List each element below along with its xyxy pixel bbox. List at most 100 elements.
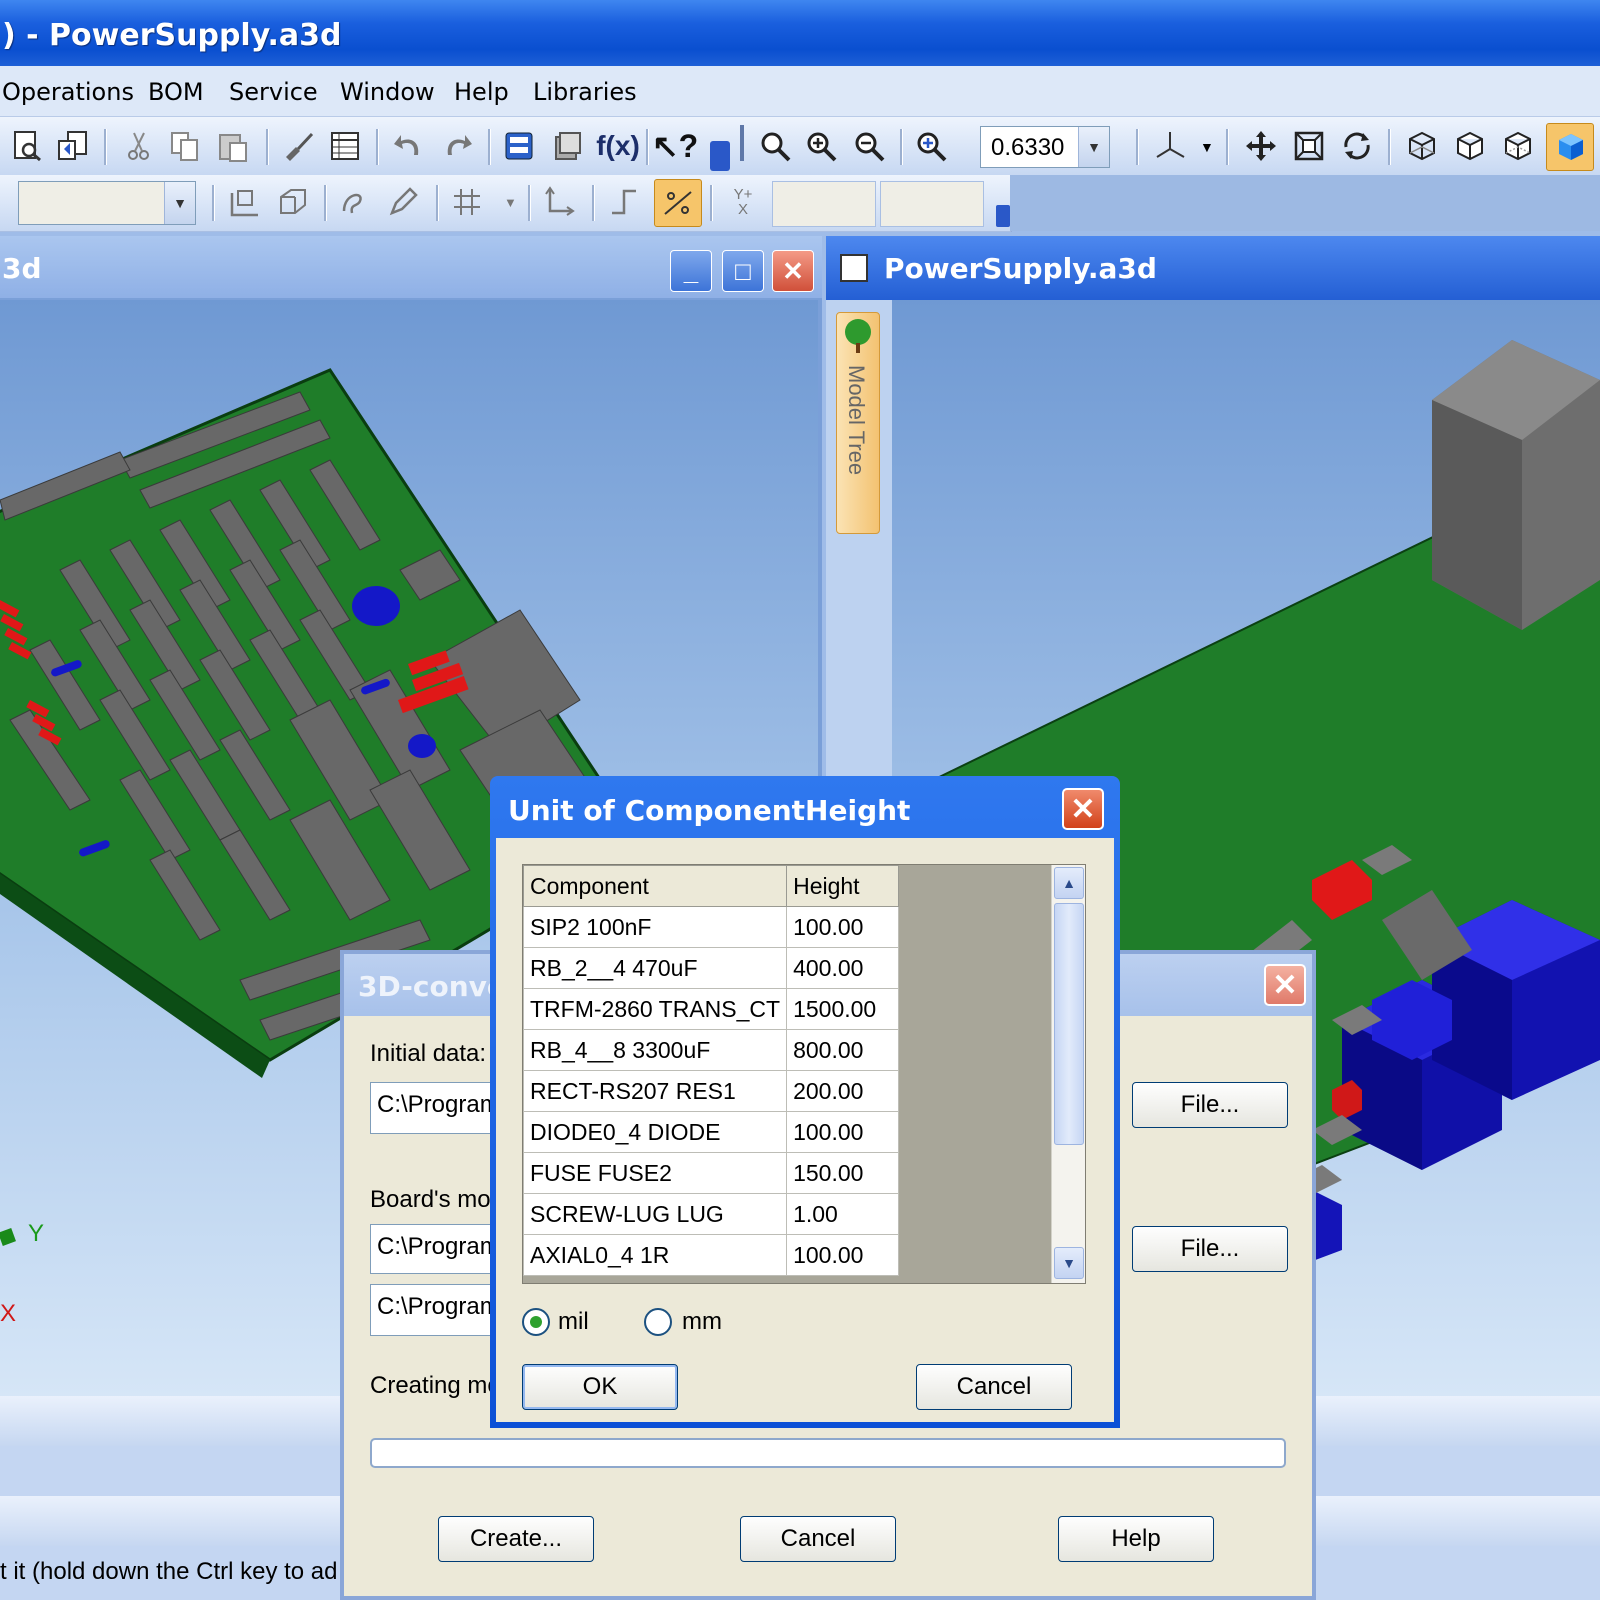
menu-service[interactable]: Service — [229, 78, 318, 106]
height-cell[interactable]: 200.00 — [786, 1070, 900, 1112]
grid-icon[interactable] — [448, 183, 486, 221]
scroll-thumb[interactable] — [1054, 903, 1084, 1145]
step-icon[interactable] — [604, 183, 642, 221]
coordinate-system-icon[interactable] — [540, 183, 578, 221]
fit-view-icon[interactable] — [1290, 127, 1328, 165]
height-cell[interactable]: 1500.00 — [786, 988, 900, 1030]
zoom-scale-icon[interactable] — [912, 127, 950, 165]
pan-icon[interactable] — [1242, 127, 1280, 165]
undo-icon[interactable] — [390, 127, 428, 165]
table-row[interactable]: FUSE FUSE2 150.00 — [523, 1152, 900, 1194]
component-cell[interactable]: DIODE0_4 DIODE — [523, 1111, 788, 1153]
component-height-table: Component Height SIP2 100nF 100.00 RB_2__4… — [523, 865, 900, 1276]
height-cell[interactable]: 800.00 — [786, 1029, 900, 1071]
initial-file-button[interactable]: File... — [1132, 1082, 1288, 1128]
table-row[interactable]: RB_4__8 3300uF 800.00 — [523, 1029, 900, 1071]
unit-mil-radio[interactable] — [522, 1308, 550, 1336]
sketch-icon[interactable] — [226, 183, 264, 221]
component-cell[interactable]: RECT-RS207 RES1 — [523, 1070, 788, 1112]
chevron-down-icon[interactable]: ▼ — [504, 195, 517, 210]
unit-mm-radio[interactable] — [644, 1308, 672, 1336]
curve-icon[interactable] — [336, 183, 374, 221]
print-preview-icon[interactable] — [8, 127, 46, 165]
height-cell[interactable]: 1.00 — [786, 1193, 900, 1235]
zoom-combo[interactable]: 0.6330 ▼ — [980, 126, 1110, 168]
close-icon[interactable]: ✕ — [1062, 788, 1104, 830]
table-row[interactable]: SCREW-LUG LUG 1.00 — [523, 1193, 900, 1235]
paste-icon[interactable] — [214, 127, 252, 165]
table-row[interactable]: SIP2 100nF 100.00 — [523, 906, 900, 948]
height-cell[interactable]: 100.00 — [786, 906, 900, 948]
menu-operations[interactable]: Operations — [2, 78, 134, 106]
close-icon[interactable]: ✕ — [772, 250, 814, 292]
zoom-in-icon[interactable] — [802, 127, 840, 165]
height-cancel-button[interactable]: Cancel — [916, 1364, 1072, 1410]
redo-icon[interactable] — [438, 127, 476, 165]
menu-help[interactable]: Help — [454, 78, 509, 106]
help-button[interactable]: Help — [1058, 1516, 1214, 1562]
component-cell[interactable]: FUSE FUSE2 — [523, 1152, 788, 1194]
layers-icon[interactable] — [500, 127, 538, 165]
component-cell[interactable]: AXIAL0_4 1R — [523, 1234, 788, 1276]
component-cell[interactable]: SIP2 100nF — [523, 906, 788, 948]
scroll-down-icon[interactable]: ▼ — [1054, 1247, 1084, 1279]
zoom-icon[interactable] — [756, 127, 794, 165]
rotate-icon[interactable] — [1338, 127, 1376, 165]
scroll-up-icon[interactable]: ▲ — [1054, 867, 1084, 899]
menu-window[interactable]: Window — [340, 78, 435, 106]
chevron-down-icon[interactable]: ▼ — [1200, 139, 1214, 155]
menu-bom[interactable]: BOM — [148, 78, 204, 106]
wireframe-icon[interactable] — [1402, 127, 1440, 165]
toolbar-overflow-icon[interactable] — [710, 141, 730, 171]
cut-icon[interactable] — [120, 127, 158, 165]
layer-combo[interactable]: ▼ — [18, 181, 196, 225]
coordinate-x-field[interactable] — [772, 181, 876, 227]
maximize-button[interactable]: □ — [722, 250, 764, 292]
component-height-grid[interactable]: Component Height SIP2 100nF 100.00 RB_2__4… — [522, 864, 1086, 1284]
component-cell[interactable]: TRFM-2860 TRANS_CT — [523, 988, 788, 1030]
create-button[interactable]: Create... — [438, 1516, 594, 1562]
hidden-lines-icon[interactable] — [1450, 127, 1488, 165]
table-row[interactable]: DIODE0_4 DIODE 100.00 — [523, 1111, 900, 1153]
extrude-icon[interactable] — [274, 183, 312, 221]
height-cell[interactable]: 400.00 — [786, 947, 900, 989]
axes-orientation-icon[interactable] — [1152, 127, 1190, 165]
component-cell[interactable]: RB_4__8 3300uF — [523, 1029, 788, 1071]
brush-icon[interactable] — [280, 127, 318, 165]
hidden-lines-dashed-icon[interactable] — [1498, 127, 1536, 165]
height-cell[interactable]: 150.00 — [786, 1152, 900, 1194]
board-file-button[interactable]: File... — [1132, 1226, 1288, 1272]
menu-libraries[interactable]: Libraries — [533, 78, 637, 106]
copy-icon[interactable] — [166, 127, 204, 165]
ok-button[interactable]: OK — [522, 1364, 678, 1410]
zoom-out-icon[interactable] — [850, 127, 888, 165]
table-row[interactable]: AXIAL0_4 1R 100.00 — [523, 1234, 900, 1276]
context-help-icon[interactable]: ↖? — [652, 127, 698, 165]
coordinate-y-field[interactable] — [880, 181, 984, 227]
function-icon[interactable]: f(x) — [596, 127, 640, 165]
snap-icon[interactable] — [654, 179, 702, 227]
column-header-component[interactable]: Component — [523, 865, 788, 907]
conversion-cancel-button[interactable]: Cancel — [740, 1516, 896, 1562]
yx-coordinates-icon[interactable]: Y+ X — [724, 183, 762, 221]
chevron-down-icon[interactable]: ▼ — [164, 182, 195, 224]
properties-icon[interactable] — [54, 127, 92, 165]
component-cell[interactable]: SCREW-LUG LUG — [523, 1193, 788, 1235]
table-scrollbar[interactable]: ▲ ▼ — [1051, 865, 1085, 1283]
component-library-icon[interactable] — [548, 127, 586, 165]
model-tree-tab[interactable]: Model Tree — [836, 312, 880, 534]
table-row[interactable]: TRFM-2860 TRANS_CT 1500.00 — [523, 988, 900, 1030]
pencil-icon[interactable] — [384, 183, 422, 221]
minimize-button[interactable]: _ — [670, 250, 712, 292]
chevron-down-icon[interactable]: ▼ — [1078, 127, 1109, 167]
height-cell[interactable]: 100.00 — [786, 1234, 900, 1276]
height-cell[interactable]: 100.00 — [786, 1111, 900, 1153]
column-header-height[interactable]: Height — [786, 865, 900, 907]
component-cell[interactable]: RB_2__4 470uF — [523, 947, 788, 989]
table-row[interactable]: RB_2__4 470uF 400.00 — [523, 947, 900, 989]
toolbar-overflow-icon[interactable] — [996, 205, 1010, 227]
close-icon[interactable]: ✕ — [1264, 964, 1306, 1006]
shaded-view-icon[interactable] — [1546, 123, 1594, 171]
table-row[interactable]: RECT-RS207 RES1 200.00 — [523, 1070, 900, 1112]
table-icon[interactable] — [326, 127, 364, 165]
